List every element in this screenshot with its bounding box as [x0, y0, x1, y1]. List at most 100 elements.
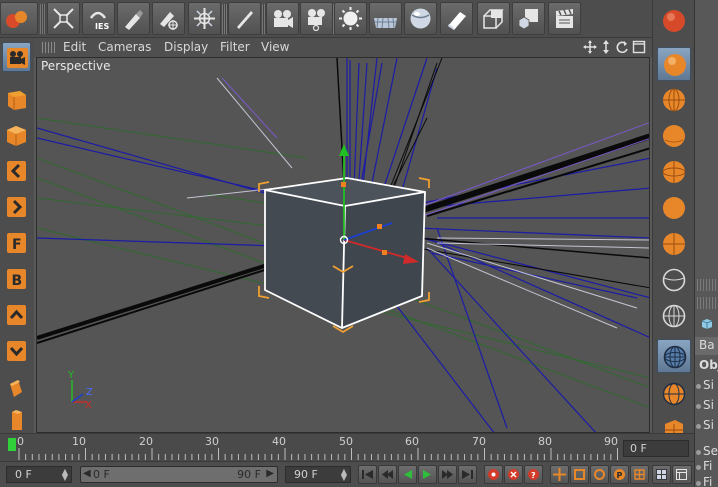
svg-text:P: P — [617, 471, 623, 480]
tick-label: 0 — [17, 435, 24, 448]
key-position-button[interactable] — [550, 465, 569, 484]
play-backward-button[interactable] — [398, 465, 417, 484]
menu-view[interactable]: View — [261, 40, 289, 54]
key-pla-button[interactable] — [630, 465, 649, 484]
menu-display[interactable]: Display — [164, 40, 208, 54]
axis-y-label: Y — [67, 370, 75, 381]
camera-button[interactable] — [266, 2, 299, 35]
floor-button[interactable] — [369, 2, 402, 35]
sphere-light-icon — [663, 197, 685, 219]
menu-edit[interactable]: Edit — [63, 40, 86, 54]
timeline-ruler[interactable] — [8, 434, 618, 462]
goto-start-button[interactable] — [358, 465, 377, 484]
basic-tab[interactable]: Ba — [695, 337, 718, 355]
deformer-button[interactable] — [440, 2, 473, 35]
stepper-icon[interactable]: ▲ ▼ — [62, 468, 68, 482]
key-scale-button[interactable] — [570, 465, 589, 484]
cube-grid-button[interactable] — [657, 412, 691, 442]
move-view-icon[interactable] — [583, 40, 597, 54]
timeline-settings-button[interactable] — [652, 465, 671, 484]
sphere-light-button[interactable] — [657, 191, 691, 225]
edge-mode-button[interactable] — [2, 192, 31, 222]
globe-icon — [662, 382, 686, 406]
sphere-lat-button[interactable] — [657, 299, 691, 333]
mesh-tool-button[interactable] — [188, 2, 221, 35]
f-curve-icon: F — [7, 233, 26, 253]
start-frame-field[interactable]: 0 F ▲ ▼ — [6, 466, 72, 483]
attribute-panel: Ba Obj Si Si Si Se Fi Fi — [694, 0, 718, 487]
sphere-button[interactable] — [657, 119, 691, 153]
playhead[interactable] — [8, 438, 16, 451]
play-forward-button[interactable] — [418, 465, 437, 484]
timeline[interactable]: 0 10 20 30 40 50 60 70 80 90 0 F — [0, 433, 694, 461]
sphere-orange-button[interactable] — [657, 47, 691, 81]
prev-key-button[interactable] — [378, 465, 397, 484]
playback-controls: 0 F ▲ ▼ ◀ 0 F 90 F ▶ 90 F ▲ ▼ ? P — [0, 461, 694, 487]
sphere-red-button[interactable] — [657, 4, 691, 38]
extrude-button[interactable] — [2, 372, 31, 402]
range-left-arrow-icon[interactable]: ◀ — [83, 468, 91, 479]
key-param-button[interactable]: P — [610, 465, 629, 484]
keyframe-help-button[interactable]: ? — [524, 465, 543, 484]
play-backward-icon — [404, 470, 412, 479]
sphere-half-button[interactable] — [657, 227, 691, 261]
polygon-mode-button[interactable]: F — [2, 228, 31, 258]
menu-filter[interactable]: Filter — [220, 40, 250, 54]
spline-sketch-icon — [160, 12, 178, 30]
rotate-view-icon[interactable] — [615, 40, 629, 54]
sky-button[interactable] — [334, 2, 367, 35]
goto-end-button[interactable] — [458, 465, 477, 484]
autokey-icon — [508, 469, 519, 480]
spline-sketch-button[interactable] — [152, 2, 185, 35]
stepper-icon[interactable]: ▲ ▼ — [341, 468, 347, 482]
scene-object-button[interactable] — [0, 2, 38, 35]
zoom-view-icon[interactable] — [599, 40, 613, 54]
bevel-button[interactable] — [2, 406, 31, 436]
object-transform-button[interactable] — [512, 2, 545, 35]
key-right-icon — [7, 197, 26, 217]
spline-pen-button[interactable] — [117, 2, 150, 35]
sphere-outline-button[interactable] — [657, 263, 691, 297]
main-toolbar: IES — [0, 0, 718, 38]
object-mode-button[interactable] — [2, 120, 31, 150]
next-key-icon — [442, 470, 453, 479]
autokey-button[interactable] — [504, 465, 523, 484]
layout-icon — [676, 469, 687, 480]
preview-range-slider[interactable]: ◀ 0 F 90 F ▶ — [80, 466, 278, 483]
cube-outline-button[interactable] — [477, 2, 510, 35]
point-mode-button[interactable] — [2, 156, 31, 186]
menu-cameras[interactable]: Cameras — [98, 40, 151, 54]
range-start-value: 0 F — [93, 468, 110, 481]
sphere-grid-button[interactable] — [657, 83, 691, 117]
range-right-arrow-icon[interactable]: ▶ — [266, 468, 274, 479]
globe-selected-button[interactable] — [657, 339, 691, 373]
rotate-key-icon — [594, 469, 605, 480]
move-up-button[interactable] — [2, 300, 31, 330]
perspective-viewport[interactable]: Y Z X Perspective — [36, 57, 650, 433]
record-button[interactable] — [484, 465, 503, 484]
end-frame-field[interactable]: 90 F ▲ ▼ — [285, 466, 351, 483]
next-key-button[interactable] — [438, 465, 457, 484]
ies-light-button[interactable]: IES — [82, 2, 115, 35]
render-region-button[interactable] — [47, 2, 80, 35]
model-mode-button[interactable] — [2, 84, 31, 114]
tick-label: 80 — [538, 435, 552, 448]
target-camera-button[interactable] — [300, 2, 333, 35]
toolbar-grip — [40, 4, 46, 34]
move-down-button[interactable] — [2, 336, 31, 366]
stage-button[interactable] — [548, 2, 581, 35]
key-rotation-button[interactable] — [590, 465, 609, 484]
environment-button[interactable] — [404, 2, 437, 35]
brush-button[interactable] — [228, 2, 261, 35]
globe-button[interactable] — [657, 377, 691, 411]
bone-mode-button[interactable]: B — [2, 264, 31, 294]
maximize-view-icon[interactable] — [632, 40, 646, 54]
object-section-label: Obj — [699, 358, 718, 372]
sphere-wire-button[interactable] — [657, 155, 691, 189]
tick-label: 40 — [272, 435, 286, 448]
layout-button[interactable] — [672, 465, 692, 484]
current-frame-field[interactable]: 0 F — [623, 440, 689, 457]
tick-label: 20 — [139, 435, 153, 448]
camera-mode-button[interactable] — [2, 42, 31, 72]
sphere-wire-icon — [662, 161, 686, 183]
